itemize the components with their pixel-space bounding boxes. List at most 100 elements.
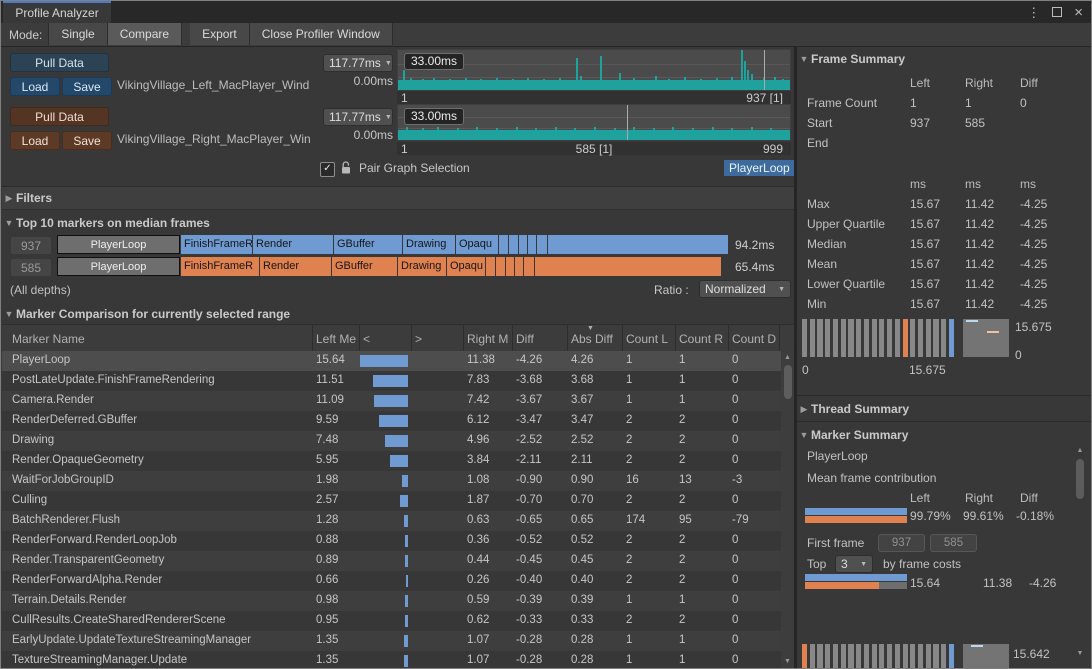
top10-section-header[interactable]: ▼Top 10 markers on median frames (2, 213, 795, 233)
cell: 1 (626, 654, 632, 666)
toolbar-button-single[interactable]: Single (48, 23, 107, 45)
table-row-render-transparentgeometry[interactable]: Render.TransparentGeometry0.890.44-0.450… (2, 551, 794, 571)
marker-segment-playerloop[interactable]: PlayerLoop (57, 235, 180, 254)
range-max-dropdown-right[interactable]: 117.77ms▼ (323, 108, 393, 126)
column-header-count-d[interactable]: Count D (732, 332, 776, 346)
marker-segment[interactable] (535, 257, 721, 276)
marker-segment[interactable] (486, 257, 495, 276)
table-row-renderforwardalpha-render[interactable]: RenderForwardAlpha.Render0.660.26-0.400.… (2, 571, 794, 591)
frame-summary-header[interactable]: ▼Frame Summary (797, 49, 905, 69)
table-row-culling[interactable]: Culling2.571.87-0.700.70220 (2, 491, 794, 511)
save-button-left[interactable]: Save (62, 77, 112, 96)
toolbar-button-export[interactable]: Export (190, 23, 250, 45)
load-button-right[interactable]: Load (10, 131, 60, 150)
marker-segment-drawing[interactable]: Drawing (398, 257, 446, 276)
load-button-left[interactable]: Load (10, 77, 60, 96)
table-scrollbar[interactable]: ▲▼ (781, 351, 794, 668)
marker-segment-opaqu[interactable]: Opaqu (447, 257, 485, 276)
marker-scroll-thumb[interactable] (1076, 459, 1084, 499)
cell: 0.28 (571, 654, 593, 666)
save-button-right[interactable]: Save (62, 131, 112, 150)
column-header-count-l[interactable]: Count L (626, 332, 668, 346)
tab-profile-analyzer[interactable]: Profile Analyzer (3, 1, 111, 23)
table-row-renderdeferred-gbuffer[interactable]: RenderDeferred.GBuffer9.596.12-3.473.472… (2, 411, 794, 431)
marker-segment[interactable] (548, 235, 728, 254)
table-row-postlateupdate-finishframerendering[interactable]: PostLateUpdate.FinishFrameRendering11.51… (2, 371, 794, 391)
first-frame-button-left[interactable]: 937 (878, 534, 925, 552)
chevron-down-icon: ▼ (778, 286, 785, 293)
frame-number-button-585[interactable]: 585 (10, 258, 52, 277)
selected-marker-chip[interactable]: PlayerLoop (724, 160, 795, 176)
table-row-cullresults-createsharedrendererscene[interactable]: CullResults.CreateSharedRendererScene0.9… (2, 611, 794, 631)
marker-segment[interactable] (524, 257, 534, 276)
marker-scroll-up-icon[interactable]: ▲ (1074, 447, 1086, 454)
marker-segment[interactable] (519, 235, 527, 254)
marker-segment[interactable] (499, 235, 508, 254)
table-row-drawing[interactable]: Drawing7.484.96-2.522.52220 (2, 431, 794, 451)
marker-segment-render[interactable]: Render (253, 235, 333, 254)
graph-spike (512, 79, 514, 90)
table-row-waitforjobgroupid[interactable]: WaitForJobGroupID1.981.08-0.900.901613-3 (2, 471, 794, 491)
column-header-count-r[interactable]: Count R (679, 332, 723, 346)
marker-histogram[interactable] (802, 644, 954, 668)
pull-data-button-left[interactable]: Pull Data (10, 53, 109, 72)
marker-segment[interactable] (528, 235, 536, 254)
marker-segment-gbuffer[interactable]: GBuffer (332, 257, 397, 276)
maximize-icon[interactable] (1052, 7, 1062, 17)
comparison-section-header[interactable]: ▼Marker Comparison for currently selecte… (2, 304, 795, 324)
histogram-bar (856, 644, 861, 668)
marker-summary-header[interactable]: ▼Marker Summary (797, 425, 908, 445)
frame-number-button-937[interactable]: 937 (10, 236, 52, 255)
marker-scroll-down-icon[interactable]: ▼ (1074, 650, 1086, 657)
table-row-render-opaquegeometry[interactable]: Render.OpaqueGeometry5.953.84-2.112.1122… (2, 451, 794, 471)
thread-summary-header[interactable]: ▶Thread Summary (797, 399, 909, 419)
marker-segment[interactable] (509, 235, 518, 254)
marker-segment[interactable] (537, 235, 547, 254)
scroll-down-icon[interactable]: ▼ (781, 658, 794, 665)
graph-spike (731, 128, 733, 140)
column-header-abs-diff[interactable]: Abs Diff (571, 332, 613, 346)
marker-segment-opaqu[interactable]: Opaqu (456, 235, 498, 254)
marker-segment[interactable] (496, 257, 505, 276)
filters-section-header[interactable]: ▶Filters (2, 186, 795, 210)
table-row-earlyupdate-updatetexturestreamingmanager[interactable]: EarlyUpdate.UpdateTextureStreamingManage… (2, 631, 794, 651)
marker-segment[interactable] (515, 257, 523, 276)
histogram-bar (918, 319, 923, 357)
column-header-right-m[interactable]: Right M (467, 332, 508, 346)
table-row-texturestreamingmanager-update[interactable]: TextureStreamingManager.Update1.351.07-0… (2, 651, 794, 668)
marker-segment-drawing[interactable]: Drawing (403, 235, 455, 254)
table-row-camera-render[interactable]: Camera.Render11.097.42-3.673.67110 (2, 391, 794, 411)
marker-segment-gbuffer[interactable]: GBuffer (334, 235, 402, 254)
marker-segment-render[interactable]: Render (260, 257, 331, 276)
table-row-batchrenderer-flush[interactable]: BatchRenderer.Flush1.280.63-0.650.651749… (2, 511, 794, 531)
column-header-diff[interactable]: Diff (516, 332, 534, 346)
frame-time-graph-left[interactable]: 33.00ms (397, 49, 791, 91)
column-header-left-me[interactable]: Left Me (316, 332, 356, 346)
scroll-thumb[interactable] (784, 365, 792, 399)
table-row-terrain-details-render[interactable]: Terrain.Details.Render0.980.59-0.390.391… (2, 591, 794, 611)
table-row-playerloop[interactable]: PlayerLoop15.6411.38-4.264.26110 (2, 351, 794, 371)
toolbar-button-compare[interactable]: Compare (108, 23, 182, 45)
top-count-dropdown[interactable]: 3▼ (835, 555, 873, 573)
marker-segment-finishframer[interactable]: FinishFrameR (181, 257, 259, 276)
column-header-item[interactable]: < (363, 332, 370, 346)
pull-data-button-right[interactable]: Pull Data (10, 107, 109, 126)
first-frame-button-right[interactable]: 585 (930, 534, 977, 552)
column-header-marker-name[interactable]: Marker Name (12, 332, 85, 346)
kebab-menu-icon[interactable]: ⋮ (1027, 6, 1040, 19)
pair-graph-selection-checkbox[interactable]: ✓ (320, 162, 335, 177)
frame-time-graph-right[interactable]: 33.00ms (397, 104, 791, 141)
scroll-up-icon[interactable]: ▲ (781, 354, 794, 361)
histogram-bar (926, 644, 931, 668)
marker-segment[interactable] (506, 257, 514, 276)
range-max-dropdown-left[interactable]: 117.77ms▼ (323, 54, 393, 72)
close-icon[interactable]: × (1074, 5, 1083, 20)
ratio-dropdown[interactable]: Normalized▼ (699, 280, 791, 298)
table-row-renderforward-renderloopjob[interactable]: RenderForward.RenderLoopJob0.880.36-0.52… (2, 531, 794, 551)
marker-segment-playerloop[interactable]: PlayerLoop (57, 257, 180, 276)
frame-histogram[interactable] (802, 319, 954, 357)
marker-segment-finishframer[interactable]: FinishFrameR (181, 235, 252, 254)
graph-spike (672, 127, 674, 140)
toolbar-button-close-profiler-window[interactable]: Close Profiler Window (250, 23, 393, 45)
column-header-item[interactable]: > (415, 332, 422, 346)
